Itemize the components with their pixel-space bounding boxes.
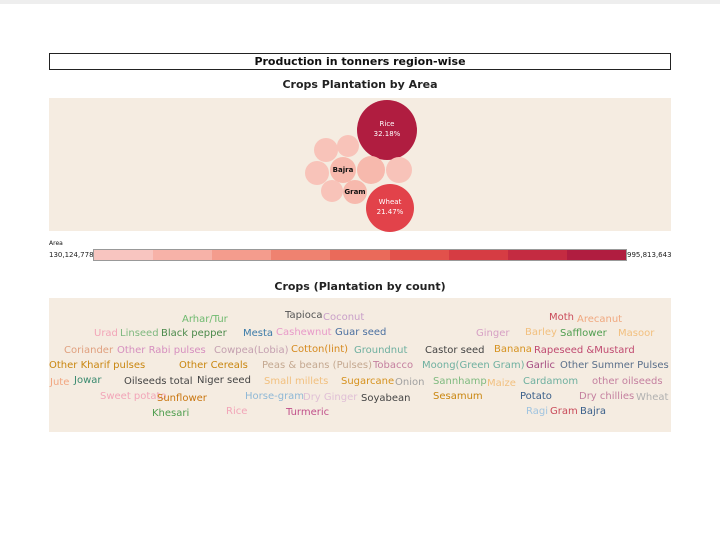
word-cloud-item[interactable]: Cotton(lint)	[291, 344, 348, 356]
word-cloud-item[interactable]: Jowar	[74, 375, 102, 387]
color-legend-max: 995,813,643	[627, 251, 672, 259]
word-cloud-item[interactable]: Sunflower	[157, 393, 207, 405]
word-cloud-item[interactable]: Oilseeds total	[124, 376, 193, 388]
word-cloud-item[interactable]: Banana	[494, 344, 532, 356]
word-cloud-item[interactable]: Arhar/Tur	[182, 314, 228, 326]
word-cloud-item[interactable]: Cardamom	[523, 376, 578, 388]
word-cloud-item[interactable]: Dry chillies	[579, 391, 634, 403]
word-cloud-item[interactable]: Urad	[94, 328, 118, 340]
word-cloud-item[interactable]: Mesta	[243, 328, 273, 340]
color-legend-title: Area	[49, 240, 63, 247]
word-cloud-item[interactable]: Maize	[487, 378, 516, 390]
word-cloud-item[interactable]: Soyabean	[361, 393, 410, 405]
word-cloud-item[interactable]: Moong(Green Gram)	[422, 360, 525, 372]
legend-swatch	[566, 250, 626, 260]
word-cloud-item[interactable]: Rice	[226, 406, 247, 418]
word-cloud-item[interactable]: Other Kharif pulses	[49, 360, 145, 372]
legend-swatch	[389, 250, 449, 260]
legend-swatch	[212, 250, 272, 260]
word-cloud-item[interactable]: Niger seed	[197, 375, 251, 387]
bubble-crop-6[interactable]	[314, 138, 338, 162]
word-cloud-item[interactable]: Linseed	[120, 328, 159, 340]
word-cloud-item[interactable]: Horse-gram	[245, 391, 304, 403]
color-legend-bar	[93, 249, 627, 261]
word-cloud-item[interactable]: Coconut	[323, 312, 364, 324]
legend-swatch	[94, 250, 154, 260]
word-cloud-item[interactable]: Wheat	[636, 392, 668, 404]
word-cloud-item[interactable]: Arecanut	[577, 314, 622, 326]
top-bar	[0, 0, 720, 4]
word-cloud-item[interactable]: Ginger	[476, 328, 509, 340]
bubble-label: Wheat 21.47%	[376, 198, 404, 216]
word-cloud-item[interactable]: Black pepper	[161, 328, 227, 340]
word-cloud-item[interactable]: Groundnut	[354, 345, 407, 357]
word-cloud-item[interactable]: Safflower	[560, 328, 607, 340]
word-cloud-item[interactable]: Sugarcane	[341, 376, 394, 388]
word-cloud-item[interactable]: Other Cereals	[179, 360, 248, 372]
word-cloud-item[interactable]: Moth	[549, 312, 574, 324]
bubble-crop-7[interactable]	[337, 135, 359, 157]
bubble-crop-5[interactable]	[386, 157, 412, 183]
bubble-chart-title: Crops Plantation by Area	[282, 78, 438, 91]
word-cloud-item[interactable]: Bajra	[580, 406, 606, 418]
bubble-crop-4[interactable]	[357, 156, 385, 184]
word-cloud-item[interactable]: Tapioca	[285, 310, 322, 322]
word-cloud-item[interactable]: Cowpea(Lobia)	[214, 345, 288, 357]
legend-swatch	[153, 250, 213, 260]
word-cloud-item[interactable]: Onion	[395, 377, 424, 389]
word-cloud-item[interactable]: Other Summer Pulses	[560, 360, 669, 372]
word-cloud-item[interactable]: Castor seed	[425, 345, 485, 357]
dashboard-title: Production in tonners region-wise	[49, 53, 671, 70]
word-cloud-item[interactable]: Potato	[520, 391, 552, 403]
word-cloud-item[interactable]: Gram	[550, 406, 578, 418]
word-cloud-item[interactable]: Ragi	[526, 406, 548, 418]
word-cloud-item[interactable]: Sesamum	[433, 391, 483, 403]
legend-swatch	[507, 250, 567, 260]
word-cloud-item[interactable]: Coriander	[64, 345, 113, 357]
word-cloud-item[interactable]: other oilseeds	[592, 376, 663, 388]
word-cloud-item[interactable]: Dry Ginger	[303, 392, 357, 404]
legend-swatch	[271, 250, 331, 260]
legend-swatch	[330, 250, 390, 260]
word-cloud-item[interactable]: Turmeric	[286, 407, 329, 419]
word-cloud-item[interactable]: Barley	[525, 327, 557, 339]
word-cloud-title: Crops (Plantation by count)	[274, 280, 446, 293]
bubble-label: Rice 32.18%	[373, 120, 401, 138]
bubble-crop-9[interactable]	[321, 180, 343, 202]
word-cloud-item[interactable]: Jute	[50, 377, 69, 389]
legend-swatch	[448, 250, 508, 260]
word-cloud-item[interactable]: Other Rabi pulses	[117, 345, 206, 357]
word-cloud-item[interactable]: Small millets	[264, 376, 328, 388]
word-cloud-item[interactable]: Khesari	[152, 408, 189, 420]
word-cloud-item[interactable]: Guar seed	[335, 327, 386, 339]
word-cloud-item[interactable]: Tobacco	[373, 360, 413, 372]
word-cloud-item[interactable]: Sannhamp	[433, 376, 487, 388]
word-cloud-item[interactable]: Rapeseed &Mustard	[534, 345, 635, 357]
word-cloud-item[interactable]: Masoor	[618, 328, 654, 340]
word-cloud-item[interactable]: Cashewnut	[276, 327, 332, 339]
word-cloud-item[interactable]: Peas & beans (Pulses)	[262, 360, 372, 372]
word-cloud-item[interactable]: Garlic	[526, 360, 555, 372]
color-legend-min: 130,124,778	[49, 251, 94, 259]
